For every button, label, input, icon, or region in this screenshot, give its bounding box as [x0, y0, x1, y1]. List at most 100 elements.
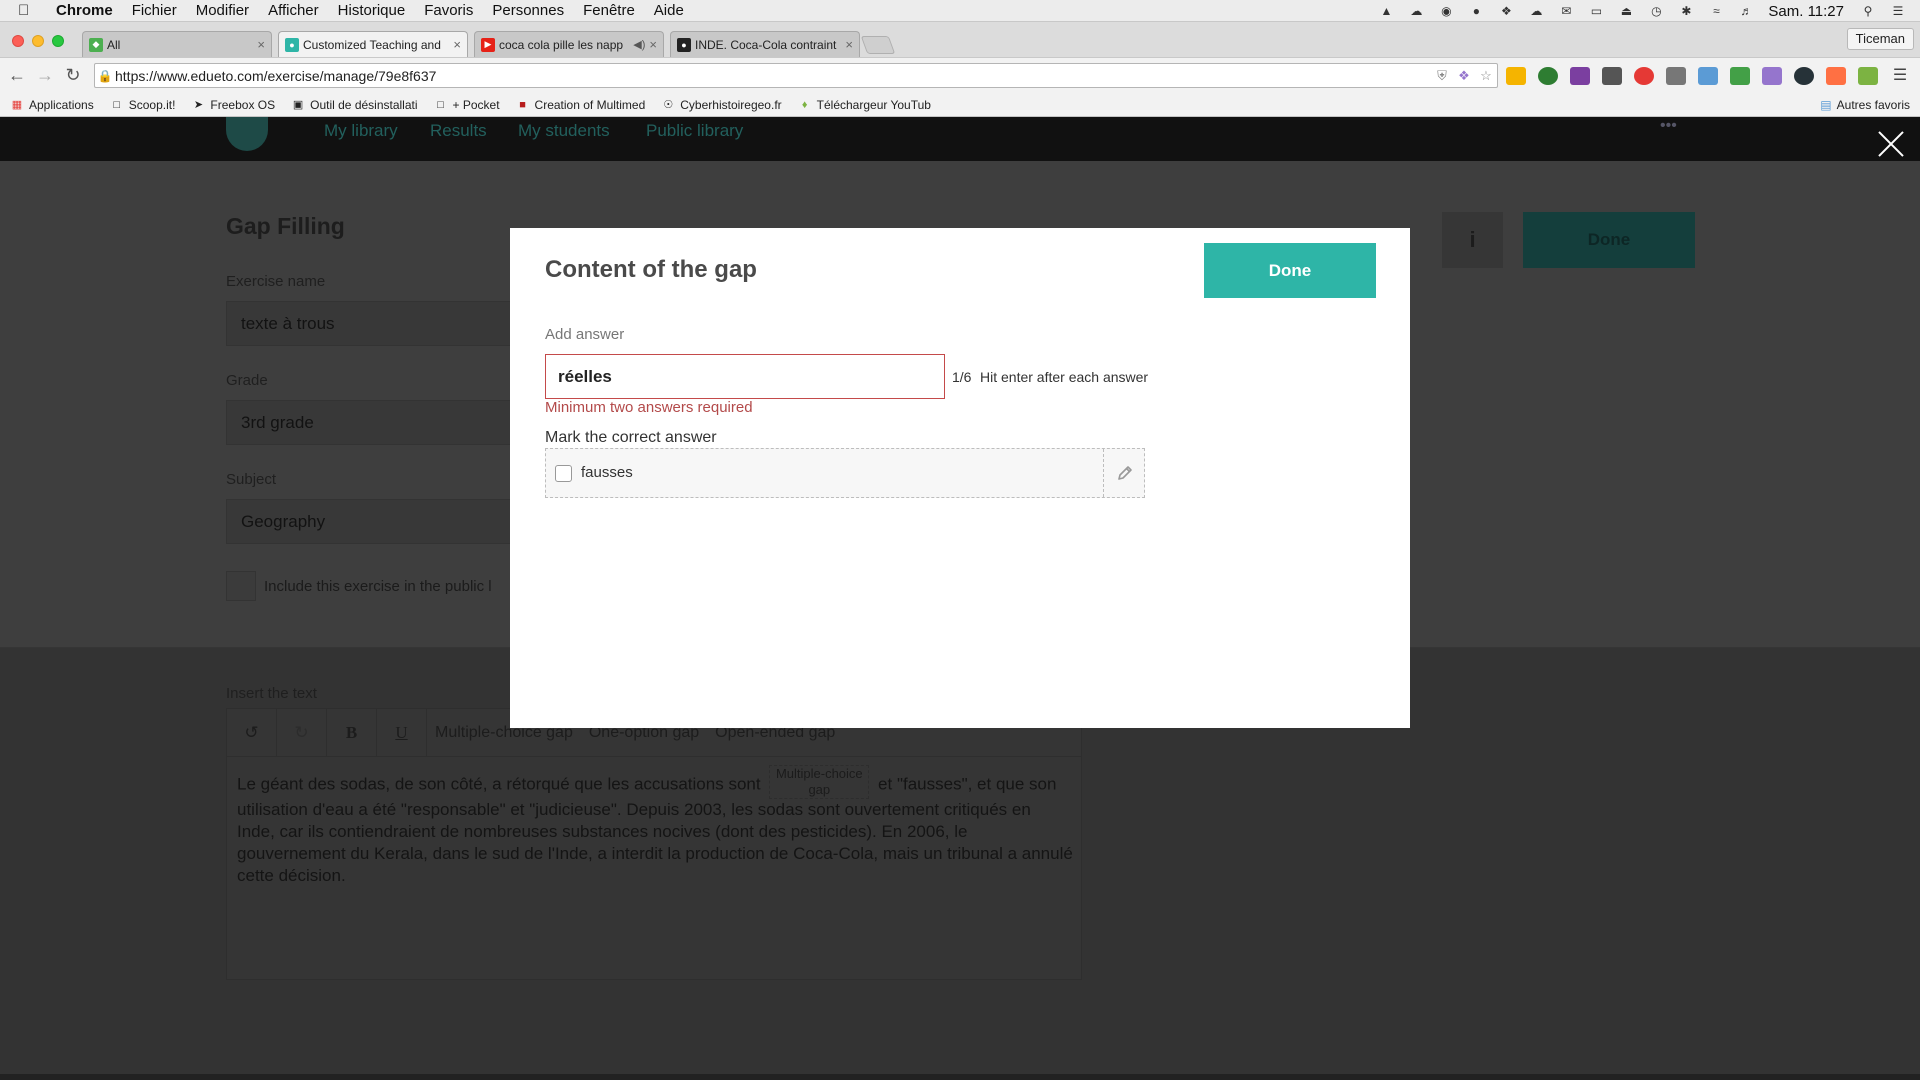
new-tab-button[interactable]	[860, 36, 896, 54]
nav-my-library[interactable]: My library	[324, 121, 398, 141]
tab-coca-cola-video[interactable]: ▶ coca cola pille les napp ◀) ×	[474, 31, 664, 57]
bookmark-freebox[interactable]: ➤ Freebox OS	[191, 98, 275, 112]
gap-chip[interactable]: Multiple-choice gap	[769, 765, 870, 799]
camera-icon[interactable]	[1698, 67, 1718, 85]
profile-button[interactable]: Ticeman	[1846, 28, 1914, 50]
answer-row: fausses	[545, 448, 1145, 498]
bookmark-star-icon[interactable]: ☆	[1475, 68, 1497, 84]
tab-title: coca cola pille les napp	[499, 37, 624, 52]
folder-icon: ▤	[1820, 98, 1832, 112]
tab-close-icon[interactable]: ×	[649, 37, 657, 52]
extension-12-icon[interactable]	[1858, 67, 1878, 85]
extension-1-icon[interactable]	[1506, 67, 1526, 85]
underline-button[interactable]: U	[377, 708, 427, 757]
apple-logo-icon[interactable]: 	[18, 2, 36, 19]
tab-customized-teaching[interactable]: ● Customized Teaching and ×	[278, 31, 468, 57]
tab-close-icon[interactable]: ×	[453, 37, 461, 52]
app-logo-icon[interactable]	[226, 117, 268, 151]
menu-modifier[interactable]: Modifier	[196, 2, 249, 19]
extension-4-icon[interactable]	[1602, 67, 1622, 85]
menu-historique[interactable]: Historique	[338, 2, 406, 19]
speaker-icon[interactable]: ◀)	[633, 38, 645, 51]
tab-all[interactable]: ◆ All ×	[82, 31, 272, 57]
notification-bell-icon[interactable]: ●	[1468, 4, 1484, 18]
bookmark-other[interactable]: ▤ Autres favoris	[1820, 93, 1910, 117]
airplay-icon[interactable]: ▭	[1588, 4, 1604, 18]
editor-content[interactable]: Le géant des sodas, de son côté, a rétor…	[237, 765, 1073, 887]
modal-done-button[interactable]: Done	[1204, 243, 1376, 298]
nav-results[interactable]: Results	[430, 121, 487, 141]
dropbox-icon[interactable]: ❖	[1498, 4, 1514, 18]
notification-center-icon[interactable]: ☰	[1890, 4, 1906, 18]
extension-5-icon[interactable]	[1634, 67, 1654, 85]
shield-icon[interactable]: ⛨	[1431, 68, 1453, 84]
menu-app-name[interactable]: Chrome	[56, 2, 113, 19]
chrome-menu-icon[interactable]: ☰	[1890, 67, 1910, 85]
time-machine-icon[interactable]: ◷	[1648, 4, 1664, 18]
icloud-icon[interactable]: ☁	[1528, 4, 1544, 18]
menu-aide[interactable]: Aide	[654, 2, 684, 19]
nav-my-students[interactable]: My students	[518, 121, 610, 141]
grade-select[interactable]: 3rd grade	[226, 400, 526, 445]
window-close-button[interactable]	[12, 35, 24, 47]
grid-icon: ▦	[11, 99, 23, 111]
overlay-close-icon[interactable]	[1876, 129, 1906, 159]
tab-close-icon[interactable]: ×	[845, 37, 853, 52]
tab-inde-coca-cola[interactable]: ● INDE. Coca-Cola contraint ×	[670, 31, 860, 57]
extension-2-icon[interactable]	[1538, 67, 1558, 85]
cloud-icon[interactable]: ☁	[1408, 4, 1424, 18]
sync-icon[interactable]: ◉	[1438, 4, 1454, 18]
menu-fichier[interactable]: Fichier	[132, 2, 177, 19]
onenote-icon[interactable]	[1570, 67, 1590, 85]
bookmark-cyberhistoiregeo[interactable]: ☉ Cyberhistoiregeo.fr	[661, 98, 781, 112]
window-minimize-button[interactable]	[32, 35, 44, 47]
menubar-clock[interactable]: Sam. 11:27	[1768, 3, 1844, 20]
wifi-icon[interactable]: ≈	[1708, 4, 1724, 18]
drive-icon[interactable]: ▲	[1378, 4, 1394, 18]
public-library-checkbox[interactable]	[226, 571, 256, 601]
bold-button[interactable]: B	[327, 708, 377, 757]
extension-11-icon[interactable]	[1826, 67, 1846, 85]
bookmark-pocket[interactable]: □ + Pocket	[434, 98, 499, 112]
eject-icon[interactable]: ⏏	[1618, 4, 1634, 18]
extension-puzzle-icon[interactable]: ❖	[1453, 68, 1475, 84]
info-button[interactable]: i	[1442, 212, 1503, 268]
text-editor: ↺ ↻ B U Multiple-choice gap One-option g…	[226, 708, 1082, 980]
mail-icon[interactable]: ✉	[1558, 4, 1574, 18]
answer-checkbox[interactable]	[555, 465, 572, 482]
bookmark-applications[interactable]: ▦ Applications	[10, 98, 94, 112]
extension-6-icon[interactable]	[1666, 67, 1686, 85]
edit-answer-button[interactable]	[1103, 449, 1145, 497]
url-input[interactable]	[115, 67, 1431, 84]
page-done-button[interactable]: Done	[1523, 212, 1695, 268]
spotlight-search-icon[interactable]: ⚲	[1860, 4, 1876, 18]
menu-favoris[interactable]: Favoris	[424, 2, 473, 19]
redo-icon[interactable]: ↻	[277, 708, 327, 757]
bookmark-outil[interactable]: ▣ Outil de désinstallati	[291, 98, 418, 112]
forward-arrow-icon[interactable]: →	[34, 64, 56, 86]
tab-favicon-icon: ●	[285, 37, 299, 52]
window-zoom-button[interactable]	[52, 35, 64, 47]
extension-10-icon[interactable]	[1794, 67, 1814, 85]
volume-icon[interactable]: ♬	[1738, 4, 1754, 18]
bookmark-creation-multimedia[interactable]: ■ Creation of Multimed	[516, 98, 645, 112]
menu-afficher[interactable]: Afficher	[268, 2, 319, 19]
nav-public-library[interactable]: Public library	[646, 121, 743, 141]
bookmark-scoopit[interactable]: □ Scoop.it!	[110, 98, 175, 112]
gap-content-modal: Content of the gap Done Add answer 1/6 H…	[510, 228, 1410, 728]
bookmark-telechargeur[interactable]: ♦ Téléchargeur YouTub	[798, 98, 931, 112]
back-arrow-icon[interactable]: ←	[6, 64, 28, 86]
reload-icon[interactable]: ↻	[62, 64, 84, 86]
nav-more-icon[interactable]: •••	[1660, 117, 1677, 135]
bluetooth-icon[interactable]: ✱	[1678, 4, 1694, 18]
menu-fenetre[interactable]: Fenêtre	[583, 2, 635, 19]
pen-icon[interactable]	[1762, 67, 1782, 85]
tab-close-icon[interactable]: ×	[257, 37, 265, 52]
answer-input[interactable]	[545, 354, 945, 399]
undo-icon[interactable]: ↺	[227, 708, 277, 757]
exercise-name-input[interactable]: texte à trous	[226, 301, 526, 346]
menu-personnes[interactable]: Personnes	[492, 2, 564, 19]
extension-8-icon[interactable]	[1730, 67, 1750, 85]
address-bar[interactable]: 🔒 ⛨ ❖ ☆	[94, 63, 1498, 88]
subject-select[interactable]: Geography	[226, 499, 526, 544]
